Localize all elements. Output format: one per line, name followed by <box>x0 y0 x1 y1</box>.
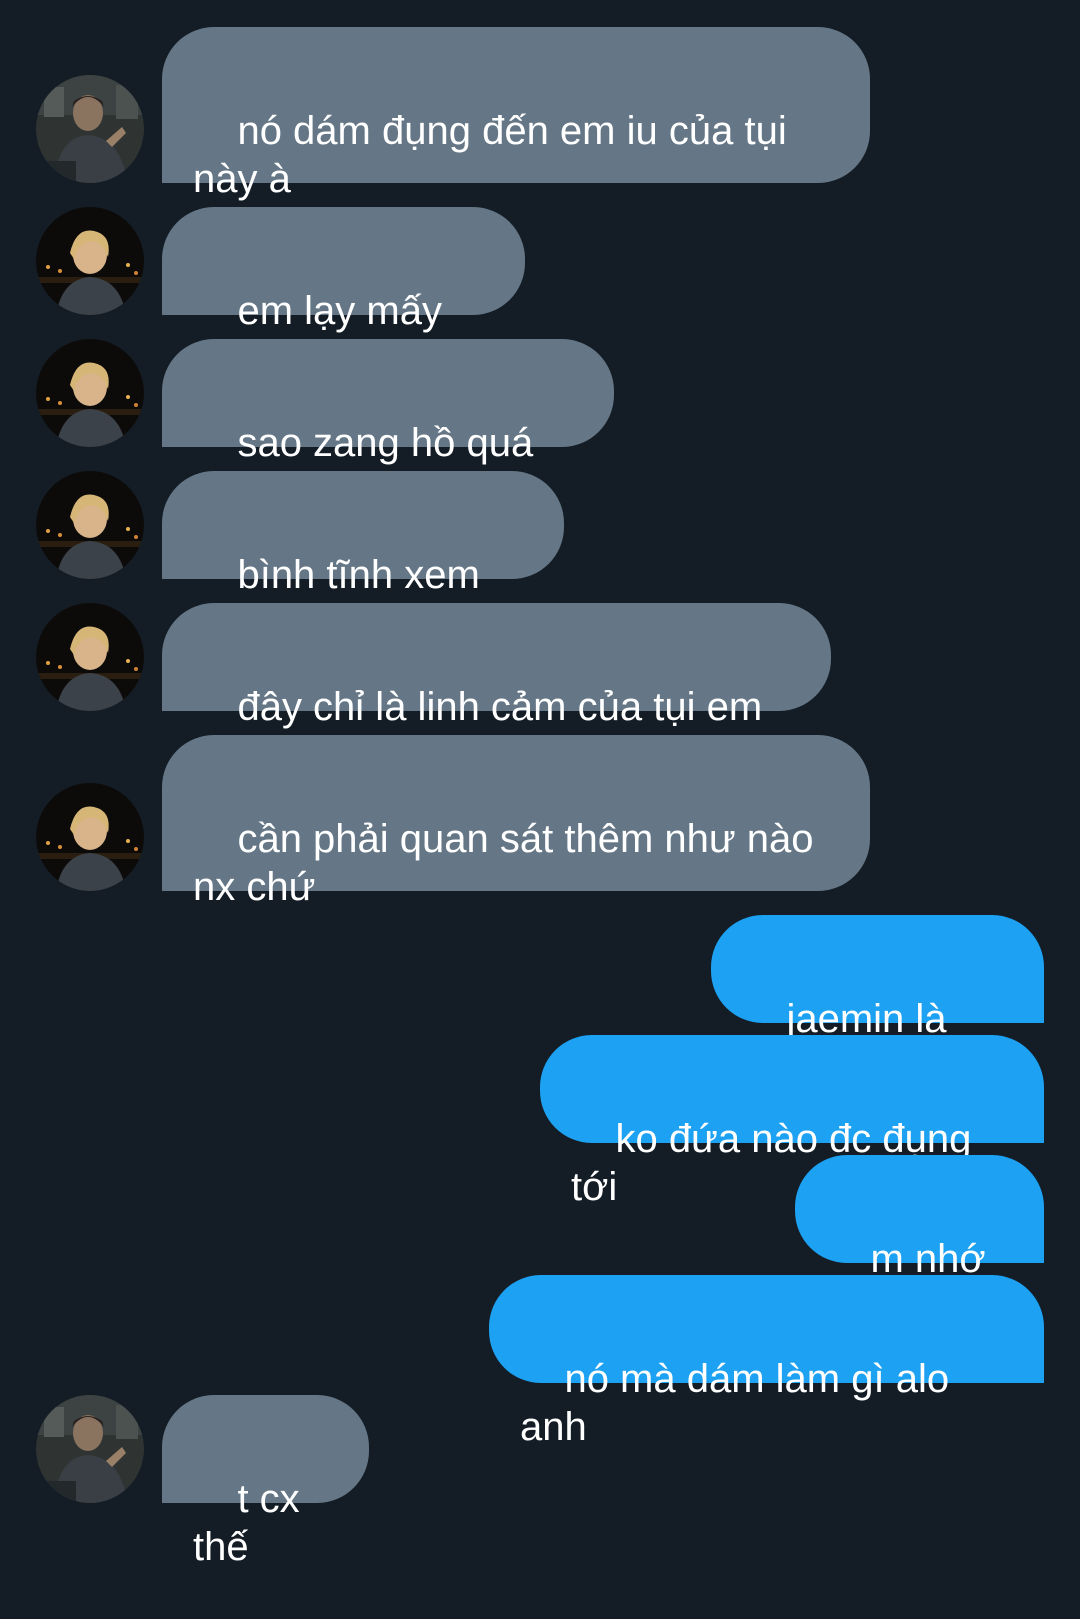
incoming-message-bubble[interactable]: t cx thế <box>162 1395 369 1569</box>
incoming-message-bubble[interactable]: sao zang hồ quá zãy <box>162 339 614 513</box>
avatar-photo-a <box>36 75 144 183</box>
incoming-message-bubble[interactable]: nó dám đụng đến em iu của tụi này à <box>162 27 870 201</box>
incoming-message-bubble[interactable]: cần phải quan sát thêm như nào nx chứ <box>162 735 870 909</box>
sender-avatar[interactable] <box>36 75 144 183</box>
avatar-photo-b <box>36 603 144 711</box>
avatar-photo-b <box>36 783 144 891</box>
outgoing-message-bubble[interactable]: ko đứa nào đc đụng tới <box>540 1035 1044 1209</box>
sender-avatar[interactable] <box>36 339 144 447</box>
message-text: cần phải quan sát thêm như nào nx chứ <box>193 817 825 909</box>
outgoing-message-bubble[interactable]: jaemin là của t <box>711 915 1044 1089</box>
sender-avatar[interactable] <box>36 783 144 891</box>
sender-avatar[interactable] <box>36 207 144 315</box>
outgoing-message-bubble[interactable]: nó mà dám làm gì alo anh <box>489 1275 1044 1449</box>
incoming-message-bubble[interactable]: bình tĩnh xem nào <box>162 471 564 645</box>
sender-avatar[interactable] <box>36 1395 144 1503</box>
avatar-photo-b <box>36 207 144 315</box>
sender-avatar[interactable] <box>36 471 144 579</box>
message-text: t cx thế <box>193 1477 311 1569</box>
message-text: nó dám đụng đến em iu của tụi này à <box>193 109 798 201</box>
avatar-photo-a <box>36 1395 144 1503</box>
outgoing-message-bubble[interactable]: m nhớ đó <box>795 1155 1044 1329</box>
avatar-photo-b <box>36 471 144 579</box>
incoming-message-bubble[interactable]: em lạy mấy anh <box>162 207 525 381</box>
sender-avatar[interactable] <box>36 603 144 711</box>
message-text: nó mà dám làm gì alo anh <box>520 1357 961 1449</box>
avatar-photo-b <box>36 339 144 447</box>
message-thread: nó dám đụng đến em iu của tụi này à em l… <box>0 0 1080 1569</box>
incoming-message-bubble[interactable]: đây chỉ là linh cảm của tụi em th <box>162 603 831 777</box>
